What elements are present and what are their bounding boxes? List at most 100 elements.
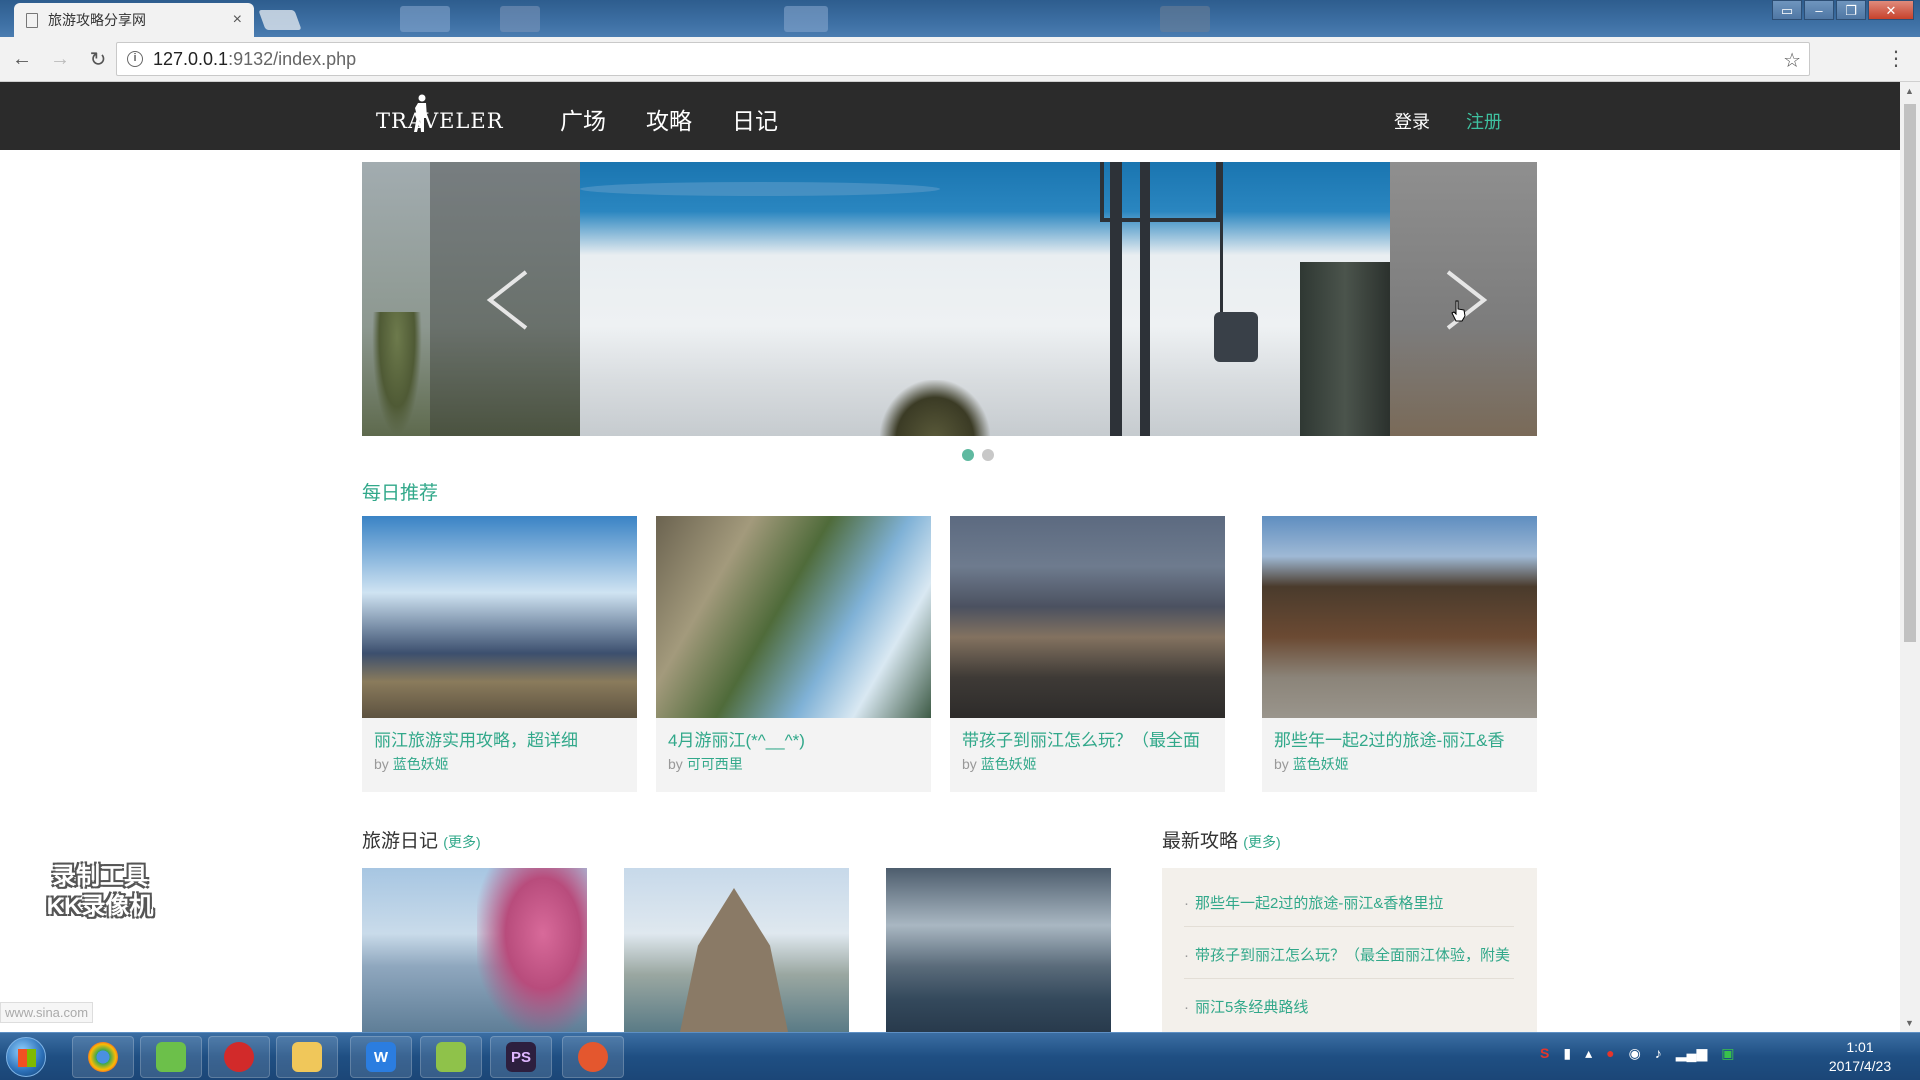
taskbar-chrome[interactable]: [72, 1036, 134, 1078]
url-host: 127.0.0.1: [153, 48, 229, 69]
by-label: by: [668, 756, 683, 772]
diary-more-link[interactable]: (更多): [443, 834, 480, 850]
security-icon[interactable]: ●: [1606, 1045, 1614, 1062]
author-link[interactable]: 蓝色妖姬: [1293, 756, 1349, 772]
nav-diaries[interactable]: 日记: [732, 102, 778, 136]
clock-time: 1:01: [1846, 1039, 1874, 1055]
guides-more-link[interactable]: (更多): [1243, 834, 1280, 850]
lake-mountain-photo: [362, 516, 637, 718]
network-icon[interactable]: ▂▄▆: [1676, 1045, 1707, 1062]
guide-link[interactable]: 丽江5条经典路线: [1184, 996, 1308, 1017]
recommend-card-title[interactable]: 4月游丽江(*^__^*): [668, 726, 923, 751]
old-town-night-photo: [950, 516, 1225, 718]
taskbar-evernote[interactable]: [140, 1036, 202, 1078]
guide-link[interactable]: 那些年一起2过的旅途-丽江&香格里拉: [1184, 892, 1443, 913]
site-logo[interactable]: TRAVELER: [376, 94, 503, 138]
new-tab-button[interactable]: [258, 10, 302, 30]
diary-photo-lakeside-person[interactable]: [886, 868, 1111, 1032]
auth-links: 登录 注册: [1394, 108, 1502, 134]
register-link[interactable]: 注册: [1466, 108, 1502, 134]
author-link[interactable]: 蓝色妖姬: [981, 756, 1037, 772]
reload-icon: ↻: [89, 48, 107, 71]
recommend-card[interactable]: 带孩子到丽江怎么玩？（最全面 by 蓝色妖姬: [950, 516, 1225, 792]
bookmark-star-icon[interactable]: ☆: [1783, 48, 1801, 73]
back-button[interactable]: ←: [6, 43, 38, 75]
page-scrollbar[interactable]: ▲ ▼: [1900, 82, 1920, 1032]
by-label: by: [962, 756, 977, 772]
browser-tab-active[interactable]: 旅游攻略分享网 ×: [14, 3, 254, 37]
display-icon[interactable]: ▣: [1721, 1045, 1734, 1062]
recommend-card-title[interactable]: 带孩子到丽江怎么玩？（最全面: [962, 726, 1217, 751]
window-controls: ▭ – ❐ ✕: [1772, 0, 1914, 20]
guide-link[interactable]: 带孩子到丽江怎么玩？（最全面丽江体验，附美: [1184, 944, 1510, 965]
scroll-down-icon[interactable]: ▼: [1905, 1018, 1914, 1028]
editor-icon: [436, 1042, 466, 1072]
maximize-button[interactable]: ❐: [1836, 0, 1866, 20]
browser-tabstrip: 旅游攻略分享网 × ▭ – ❐ ✕: [0, 0, 1920, 37]
browser-menu-icon[interactable]: ⋮: [1886, 46, 1906, 71]
taskbar-ninja[interactable]: [562, 1036, 624, 1078]
recommend-card[interactable]: 丽江旅游实用攻略，超详细 by 蓝色妖姬: [362, 516, 637, 792]
latest-guides-title: 最新攻略 (更多): [1162, 826, 1281, 853]
recorder-watermark: 录制工具 KK录像机: [30, 862, 170, 922]
scroll-up-icon[interactable]: ▲: [1905, 86, 1914, 96]
folder-icon: [292, 1042, 322, 1072]
recommend-card[interactable]: 4月游丽江(*^__^*) by 可可西里: [656, 516, 931, 792]
author-link[interactable]: 蓝色妖姬: [393, 756, 449, 772]
taskbar-netease-music[interactable]: [208, 1036, 270, 1078]
carousel-indicators: [962, 449, 994, 461]
latest-guides-list: 那些年一起2过的旅途-丽江&香格里拉 带孩子到丽江怎么玩？（最全面丽江体验，附美…: [1162, 868, 1537, 1032]
system-clock[interactable]: 1:01 2017/4/23: [1810, 1038, 1910, 1076]
by-label: by: [374, 756, 389, 772]
minimize-button[interactable]: –: [1804, 0, 1834, 20]
recommend-card-title[interactable]: 丽江旅游实用攻略，超详细: [374, 726, 629, 751]
windows-logo-icon: [18, 1049, 36, 1067]
close-tab-icon[interactable]: ×: [233, 11, 242, 29]
carousel-dot-2[interactable]: [982, 449, 994, 461]
page-viewport: TRAVELER 广场 攻略 日记 登录 注册 每日推荐 丽江旅游实用攻略，超详…: [0, 82, 1900, 1032]
browser-toolbar: ← → ↻ i 127.0.0.1:9132/index.php ☆ ⋮: [0, 37, 1920, 82]
palm-tree: [372, 312, 422, 436]
login-link[interactable]: 登录: [1394, 108, 1430, 134]
battery-icon[interactable]: ▮: [1563, 1045, 1571, 1062]
tower-leg: [1140, 162, 1150, 436]
carousel-dot-1[interactable]: [962, 449, 974, 461]
recommend-card-byline: by 蓝色妖姬: [1274, 754, 1349, 774]
volume-icon[interactable]: ♪: [1655, 1045, 1662, 1062]
nav-guides[interactable]: 攻略: [646, 102, 692, 136]
main-nav: 广场 攻略 日记: [560, 102, 778, 160]
background-tab-thumbnail: [784, 6, 828, 32]
taskbar-wps[interactable]: W: [350, 1036, 412, 1078]
cable-line: [1220, 162, 1223, 312]
forward-button[interactable]: →: [44, 43, 76, 75]
diary-photo-stone-pagoda[interactable]: [624, 868, 849, 1032]
taskbar-photoshop[interactable]: PS: [490, 1036, 552, 1078]
recommend-card[interactable]: 那些年一起2过的旅途-丽江&香 by 蓝色妖姬: [1262, 516, 1537, 792]
qq-icon[interactable]: ◉: [1629, 1045, 1641, 1062]
photoshop-icon: PS: [506, 1042, 536, 1072]
netease-music-icon: [224, 1042, 254, 1072]
address-bar[interactable]: i 127.0.0.1:9132/index.php ☆: [116, 42, 1810, 76]
page-icon: [26, 12, 38, 28]
user-profile-button[interactable]: ▭: [1772, 0, 1802, 20]
taskbar-explorer[interactable]: [276, 1036, 338, 1078]
info-icon[interactable]: i: [127, 51, 143, 67]
system-tray: S ▮ ▴ ● ◉ ♪ ▂▄▆ ▣: [1540, 1045, 1734, 1062]
nav-plaza[interactable]: 广场: [560, 102, 606, 160]
scrollbar-thumb[interactable]: [1904, 104, 1916, 642]
author-link[interactable]: 可可西里: [687, 756, 743, 772]
clock-date: 2017/4/23: [1828, 1058, 1892, 1074]
hero-carousel: [362, 162, 1537, 436]
diary-photo-blossom-lake[interactable]: [362, 868, 587, 1032]
url-path: :9132/index.php: [228, 48, 357, 69]
start-button[interactable]: [6, 1037, 46, 1077]
ninja-icon: [578, 1042, 608, 1072]
reload-button[interactable]: ↻: [82, 43, 114, 75]
tray-expand-icon[interactable]: ▴: [1585, 1045, 1592, 1062]
recommend-card-title[interactable]: 那些年一起2过的旅途-丽江&香: [1274, 726, 1529, 751]
close-window-button[interactable]: ✕: [1868, 0, 1914, 20]
blossom-tree: [477, 868, 587, 1032]
sogou-input-icon[interactable]: S: [1540, 1045, 1549, 1062]
taskbar-editor[interactable]: [420, 1036, 482, 1078]
carousel-prev-button[interactable]: [484, 268, 534, 332]
